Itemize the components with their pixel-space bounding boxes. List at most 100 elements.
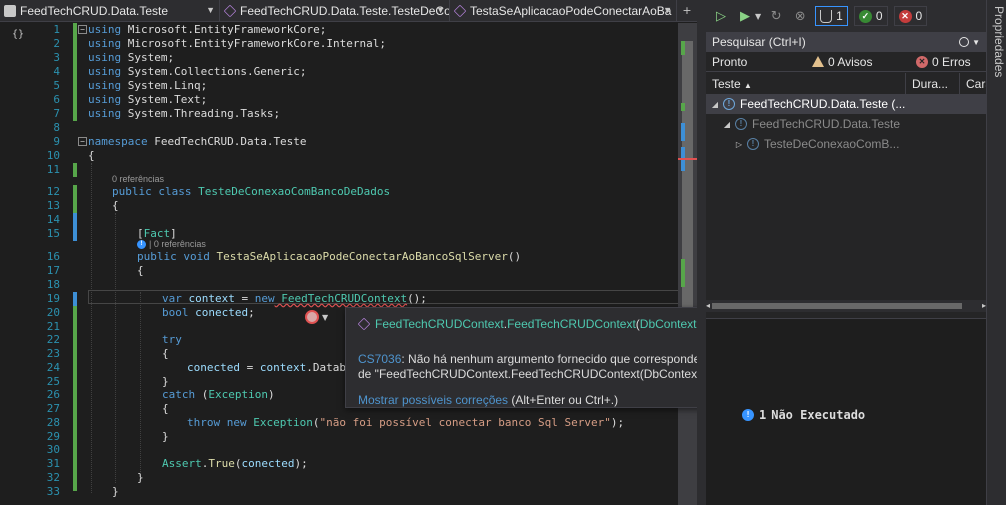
chevron-down-icon[interactable]: ▼ (972, 38, 980, 47)
line-number: 8 (53, 121, 60, 134)
collapse-icon[interactable]: − (78, 137, 87, 146)
line-number: 19 (46, 292, 60, 305)
close-icon: ✕ (898, 9, 912, 23)
editor-vertical-scrollbar[interactable] (678, 23, 697, 505)
column-header-traits[interactable]: Cara (960, 73, 986, 95)
chevron-right-icon[interactable]: ▷ (734, 140, 744, 149)
project-icon (4, 5, 16, 17)
line-number: 31 (46, 457, 60, 470)
line-number: 26 (46, 388, 60, 401)
code-line-17: { (137, 264, 144, 277)
line-number: 9 (53, 135, 60, 148)
code-line-23: { (162, 347, 169, 360)
change-indicator-unsaved (73, 213, 77, 241)
run-tests-icon[interactable]: ▶ (736, 7, 754, 25)
repeat-last-run-icon[interactable]: ↻ (767, 7, 785, 25)
status-text: Pronto (712, 54, 748, 69)
code-line-28: throw new Exception("não foi possível co… (187, 416, 625, 429)
test-tree-item-namespace[interactable]: ◢ ! FeedTechCRUD.Data.Teste (706, 114, 986, 134)
properties-tab-label[interactable]: Propriedades (992, 0, 1006, 83)
line-number: 27 (46, 402, 60, 415)
search-placeholder: Pesquisar (Ctrl+I) (712, 35, 806, 49)
chevron-down-icon[interactable]: ▼ (755, 12, 761, 21)
line-number: 14 (46, 213, 60, 226)
warning-icon (812, 56, 824, 67)
run-all-tests-icon[interactable]: ▷ (712, 7, 730, 25)
line-number: 4 (53, 65, 60, 78)
line-number: 3 (53, 51, 60, 64)
scrollbar-thumb[interactable] (712, 303, 962, 309)
line-number: 5 (53, 79, 60, 92)
type-dropdown[interactable]: FeedTechCRUD.Data.Teste.TesteDeCo ▼ (220, 0, 450, 22)
test-list-horizontal-scrollbar[interactable]: ◂ ▸ (706, 300, 986, 312)
column-header-test[interactable]: Teste ▲ (706, 72, 906, 95)
column-header-duration[interactable]: Dura... (906, 72, 960, 95)
test-search-input[interactable]: Pesquisar (Ctrl+I) ▼ (706, 32, 986, 52)
class-icon (357, 317, 371, 331)
code-line-32: } (137, 471, 144, 484)
line-number: 29 (46, 430, 60, 443)
chevron-down-icon: ▼ (206, 5, 215, 15)
code-line-20: bool conected; (162, 306, 255, 319)
collapse-icon[interactable]: − (78, 25, 87, 34)
test-status-icon: ! (137, 239, 146, 249)
test-summary-panel: ! 1 Não Executado (706, 318, 986, 505)
project-dropdown[interactable]: FeedTechCRUD.Data.Teste ▼ (0, 0, 220, 22)
code-line-7: using System.Threading.Tasks; (88, 107, 281, 120)
indent-guide (115, 213, 116, 483)
line-number: 23 (46, 347, 60, 360)
code-editor[interactable]: {} 1 2 3 4 5 6 7 8 9 10 11 12 13 14 15 1… (0, 23, 697, 505)
line-number: 11 (46, 163, 60, 176)
code-line-27: { (162, 402, 169, 415)
line-number: 7 (53, 107, 60, 120)
change-indicator-saved (73, 306, 77, 491)
test-tree-item-class[interactable]: ▷ ! TesteDeConexaoComB... (706, 134, 986, 154)
member-dropdown[interactable]: TestaSeAplicacaoPodeConectarAoBa ▼ (450, 0, 677, 22)
panel-splitter[interactable] (697, 0, 706, 505)
line-number: 30 (46, 443, 60, 456)
change-indicator-unsaved (73, 292, 77, 306)
change-indicator-saved (73, 163, 77, 177)
passed-tests-badge[interactable]: ✓ 0 (853, 6, 888, 26)
editor-navigation-bar: FeedTechCRUD.Data.Teste ▼ FeedTechCRUD.D… (0, 0, 697, 22)
line-number: 12 (46, 185, 60, 198)
not-run-summary: ! 1 Não Executado (742, 408, 865, 422)
code-line-16: public void TestaSeAplicacaoPodeConectar… (137, 250, 522, 263)
sort-ascending-icon: ▲ (744, 80, 752, 90)
not-run-icon: ! (747, 138, 759, 150)
error-code-link[interactable]: CS7036 (358, 352, 401, 366)
line-number: 33 (46, 485, 60, 498)
total-tests-badge[interactable]: 1 (815, 6, 848, 26)
member-dropdown-label: TestaSeAplicacaoPodeConectarAoBa (470, 4, 672, 18)
line-number: 17 (46, 264, 60, 277)
scroll-left-icon[interactable]: ◂ (706, 300, 710, 312)
editor-left-margin: {} (0, 23, 30, 505)
codelens-references[interactable]: 0 referências (112, 174, 164, 184)
line-number: 28 (46, 416, 60, 429)
overview-change-marker (681, 259, 685, 287)
error-icon: ✕ (916, 55, 928, 68)
line-number: 15 (46, 227, 60, 240)
line-number: 2 (53, 37, 60, 50)
test-tree-item-project[interactable]: ◢ ! FeedTechCRUD.Data.Teste (... (706, 94, 986, 114)
code-line-13: { (112, 199, 119, 212)
codelens-test-references[interactable]: ! | 0 referências (137, 239, 206, 249)
quick-actions-button[interactable]: ▼ (302, 307, 332, 327)
errors-count[interactable]: ✕ 0 Erros (916, 55, 971, 69)
expand-icon[interactable]: ◢ (722, 120, 732, 129)
line-number: 10 (46, 149, 60, 162)
run-failed-tests-icon[interactable]: ⊗ (791, 7, 809, 25)
split-editor-icon[interactable]: + (677, 0, 697, 21)
show-fixes-link[interactable]: Mostrar possíveis correções (358, 393, 508, 407)
check-icon: ✓ (858, 9, 872, 23)
code-line-9: namespace FeedTechCRUD.Data.Teste (88, 135, 307, 148)
test-explorer-toolbar: ▷ ▶ ▼ ↻ ⊗ 1 ✓ 0 ✕ 0 (706, 0, 986, 32)
code-line-4: using System.Collections.Generic; (88, 65, 307, 78)
class-icon (223, 4, 237, 18)
indent-guide (91, 163, 92, 493)
failed-tests-badge[interactable]: ✕ 0 (893, 6, 928, 26)
warnings-count[interactable]: 0 Avisos (812, 55, 916, 69)
chevron-down-icon: ▼ (663, 5, 672, 15)
chevron-down-icon: ▼ (436, 5, 445, 15)
expand-icon[interactable]: ◢ (710, 100, 720, 109)
